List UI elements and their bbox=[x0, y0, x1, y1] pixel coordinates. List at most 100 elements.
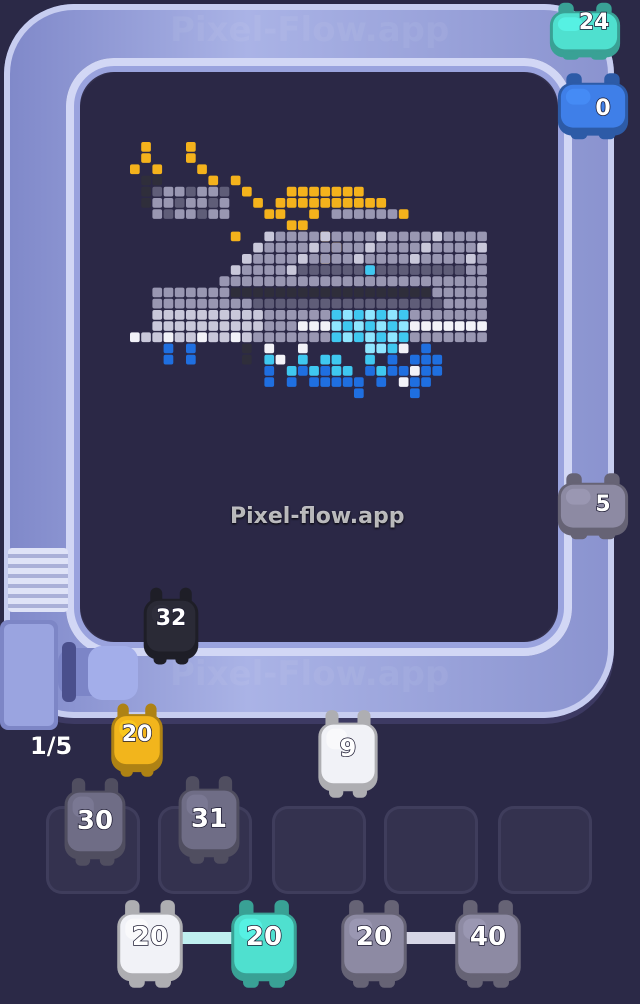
pixel-block bbox=[454, 287, 465, 298]
pixel-block bbox=[421, 343, 431, 354]
pixel-block bbox=[186, 142, 196, 152]
pixel-block bbox=[242, 298, 252, 309]
pixel-block bbox=[331, 332, 342, 343]
pixel-block bbox=[376, 287, 387, 298]
pixel-block bbox=[286, 377, 297, 387]
pixel-block bbox=[410, 298, 420, 309]
pixel-block bbox=[365, 198, 375, 208]
pixel-block bbox=[264, 265, 275, 275]
pixel-block bbox=[354, 276, 364, 287]
pixel-block bbox=[286, 198, 297, 208]
pixel-block bbox=[365, 287, 375, 298]
pixel-block bbox=[174, 287, 185, 298]
pixel-block bbox=[342, 321, 353, 331]
pixel-block bbox=[454, 321, 465, 331]
pixel-block bbox=[410, 321, 420, 331]
pixel-block bbox=[342, 198, 353, 208]
pixel-block bbox=[163, 198, 174, 208]
pixel-block bbox=[242, 265, 252, 275]
holding-slot-4[interactable] bbox=[384, 806, 478, 894]
pixel-block bbox=[275, 209, 286, 219]
pixel-block bbox=[141, 186, 151, 197]
pixel-block bbox=[253, 287, 263, 298]
pixel-block bbox=[331, 254, 342, 264]
shooter-count: 0 bbox=[595, 95, 612, 122]
holding-slot-3[interactable] bbox=[272, 806, 366, 894]
pixel-block bbox=[354, 310, 364, 320]
pixel-block bbox=[387, 231, 398, 242]
pixel-block bbox=[298, 254, 308, 264]
pixel-block bbox=[174, 298, 185, 309]
pixel-block bbox=[387, 310, 398, 320]
pixel-block bbox=[466, 265, 476, 275]
linked-pig-4[interactable]: 40 bbox=[446, 896, 530, 1000]
pixel-block bbox=[387, 242, 398, 253]
pixel-block bbox=[477, 287, 487, 298]
pixel-block bbox=[286, 186, 297, 197]
pixel-block bbox=[152, 209, 163, 219]
pixel-block bbox=[466, 321, 476, 331]
shooter-count: 24 bbox=[578, 9, 610, 36]
track-shooter-gray: 5 bbox=[548, 470, 638, 550]
pixel-block bbox=[298, 186, 308, 197]
pixel-block bbox=[376, 254, 387, 264]
pixel-block bbox=[376, 276, 387, 287]
pixel-block bbox=[253, 310, 263, 320]
linked-pig-2[interactable]: 20 bbox=[222, 896, 306, 1000]
pixel-block bbox=[320, 198, 331, 208]
track-entry-ramp bbox=[8, 548, 68, 612]
slot-pig-1[interactable]: 30 bbox=[56, 774, 134, 878]
pixel-block bbox=[320, 276, 331, 287]
pixel-block bbox=[253, 276, 263, 287]
pixel-block bbox=[197, 186, 207, 197]
pixel-block bbox=[208, 209, 219, 219]
pixel-block bbox=[264, 254, 275, 264]
pixel-block bbox=[186, 298, 196, 309]
pixel-block bbox=[264, 377, 275, 387]
pixel-block bbox=[398, 287, 409, 298]
pixel-block bbox=[286, 310, 297, 320]
pixel-block bbox=[275, 276, 286, 287]
pixel-block bbox=[387, 276, 398, 287]
pixel-block bbox=[331, 231, 342, 242]
pixel-block bbox=[130, 332, 140, 343]
pixel-block bbox=[298, 220, 308, 231]
pixel-block bbox=[298, 276, 308, 287]
pixel-block bbox=[197, 198, 207, 208]
pixel-block bbox=[354, 321, 364, 331]
pixel-block bbox=[376, 310, 387, 320]
pixel-block bbox=[376, 321, 387, 331]
slot-pig-2[interactable]: 31 bbox=[170, 772, 248, 876]
pixel-block bbox=[443, 254, 454, 264]
pixel-block bbox=[219, 321, 230, 331]
pixel-block bbox=[376, 366, 387, 376]
pixel-block bbox=[354, 287, 364, 298]
track-watermark-top: Pixel-Flow.app bbox=[170, 10, 450, 50]
pixel-block bbox=[354, 298, 364, 309]
level-counter: 1/5 bbox=[29, 732, 73, 761]
pixel-block bbox=[342, 231, 353, 242]
pixel-block bbox=[331, 366, 342, 376]
pixel-block bbox=[354, 254, 364, 264]
pixel-block bbox=[264, 276, 275, 287]
pixel-block bbox=[454, 310, 465, 320]
linked-pig-1[interactable]: 20 bbox=[108, 896, 192, 1000]
pixel-block bbox=[387, 265, 398, 275]
pixel-block bbox=[186, 354, 196, 365]
pixel-block bbox=[477, 298, 487, 309]
pixel-board bbox=[80, 72, 558, 642]
holding-slot-5[interactable] bbox=[498, 806, 592, 894]
pixel-block bbox=[432, 354, 443, 365]
linked-pig-3[interactable]: 20 bbox=[332, 896, 416, 1000]
pixel-block bbox=[286, 287, 297, 298]
pixel-block bbox=[230, 276, 241, 287]
pixel-block bbox=[152, 164, 163, 175]
waiting-pig[interactable]: 9 bbox=[310, 706, 386, 810]
pixel-block bbox=[242, 254, 252, 264]
pixel-block bbox=[454, 231, 465, 242]
pixel-block bbox=[410, 287, 420, 298]
pixel-block bbox=[466, 310, 476, 320]
queue-front-pig[interactable]: 32 bbox=[136, 584, 206, 676]
pixel-block bbox=[443, 242, 454, 253]
pixel-block bbox=[298, 310, 308, 320]
